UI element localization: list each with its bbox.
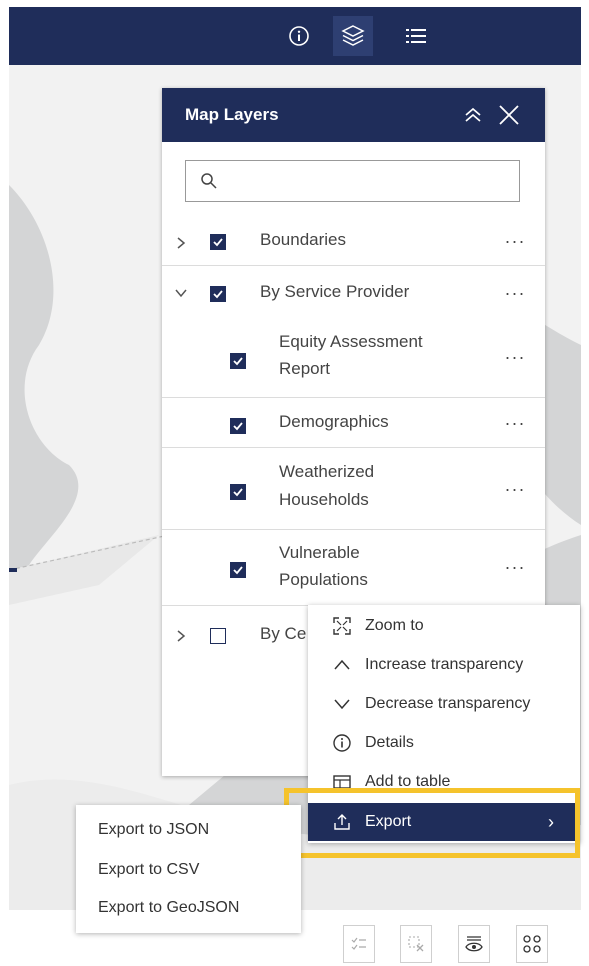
menu-item-label: Details [365, 734, 414, 751]
checkmark-icon [213, 238, 223, 247]
clear-selection-icon [408, 936, 424, 952]
layer-more-button[interactable]: ··· [502, 558, 528, 582]
clear-selection-tool-button[interactable] [400, 925, 432, 963]
checkmark-icon [233, 488, 243, 497]
grid-menu-button[interactable] [516, 925, 548, 963]
panel-header: Map Layers [162, 88, 545, 142]
eye-list-icon [465, 936, 483, 952]
menu-item-increase-transparency[interactable]: Increase transparency [308, 646, 580, 684]
layer-checkbox-equity-assessment[interactable] [230, 353, 246, 369]
chevron-right-icon[interactable] [174, 629, 188, 643]
layer-label-vulnerable-line1: Vulnerable [279, 543, 360, 562]
visibility-tool-button[interactable] [458, 925, 490, 963]
collapse-panel-button[interactable] [460, 102, 486, 128]
submenu-arrow-icon: › [548, 811, 554, 832]
menu-item-label: Add to table [365, 773, 451, 790]
layer-context-menu: Zoom to Increase transparency Decrease t… [308, 605, 580, 843]
layer-row-boundaries: Boundaries ··· [162, 218, 545, 266]
menu-item-add-to-table[interactable]: Add to table [308, 763, 580, 801]
zoom-to-icon [333, 617, 351, 635]
layer-row-by-service-provider: By Service Provider ··· [162, 270, 545, 314]
layer-label-by-service-provider: By Service Provider [260, 282, 410, 301]
layer-label-vulnerable-line2: Populations [279, 570, 368, 589]
menu-item-label: Increase transparency [365, 656, 524, 673]
table-icon [333, 775, 351, 789]
layer-label-weatherized-line1: Weatherized [279, 462, 375, 481]
layer-more-button[interactable]: ··· [502, 348, 528, 372]
layer-row-weatherized-households: Weatherized Households ··· [162, 448, 545, 530]
layer-checkbox-vulnerable[interactable] [230, 562, 246, 578]
chevron-down-icon [334, 699, 350, 710]
checkmark-icon [233, 422, 243, 431]
menu-item-zoom-to[interactable]: Zoom to [308, 607, 580, 645]
menu-item-decrease-transparency[interactable]: Decrease transparency [308, 685, 580, 723]
list-icon [406, 29, 426, 43]
menu-item-label: Zoom to [365, 617, 424, 634]
layer-row-vulnerable-populations: Vulnerable Populations ··· [162, 530, 545, 606]
checkmark-icon [233, 357, 243, 366]
export-to-csv-option[interactable]: Export to CSV [98, 861, 199, 879]
select-list-tool-button[interactable] [343, 925, 375, 963]
layer-search [185, 160, 520, 203]
layer-checkbox-weatherized[interactable] [230, 484, 246, 500]
chevron-down-icon[interactable] [174, 286, 188, 300]
layers-icon [341, 25, 365, 46]
layer-checkbox-by-ce[interactable] [210, 628, 226, 644]
checkmark-icon [213, 290, 223, 299]
search-input[interactable] [222, 161, 516, 203]
close-panel-button[interactable] [496, 102, 522, 128]
layer-checkbox-boundaries[interactable] [210, 234, 226, 250]
layers-button[interactable] [333, 16, 373, 56]
search-icon [201, 173, 217, 189]
info-icon [289, 26, 309, 46]
export-submenu: Export to JSON Export to CSV Export to G… [76, 805, 301, 933]
layer-more-button[interactable]: ··· [502, 284, 528, 308]
double-chevron-up-icon [465, 107, 481, 122]
layer-more-button[interactable]: ··· [502, 414, 528, 438]
legend-list-button[interactable] [396, 16, 436, 56]
layer-checkbox-by-service-provider[interactable] [210, 286, 226, 302]
close-icon [499, 105, 519, 125]
export-to-json-option[interactable]: Export to JSON [98, 821, 209, 839]
export-icon [334, 814, 350, 830]
layer-more-button[interactable]: ··· [502, 232, 528, 256]
chevron-right-icon[interactable] [174, 236, 188, 250]
grid-icon [523, 935, 541, 953]
menu-item-label: Decrease transparency [365, 695, 531, 712]
layer-label-boundaries: Boundaries [260, 230, 347, 249]
layer-label-weatherized-line2: Households [279, 490, 369, 509]
menu-item-details[interactable]: Details [308, 724, 580, 762]
export-to-geojson-option[interactable]: Export to GeoJSON [98, 899, 239, 917]
info-icon [333, 734, 351, 752]
layer-checkbox-demographics[interactable] [230, 418, 246, 434]
panel-title: Map Layers [185, 105, 279, 124]
layer-label-equity-line1: Equity Assessment [279, 332, 423, 351]
layer-label-demographics: Demographics [279, 412, 389, 431]
layer-row-demographics: Demographics ··· [162, 398, 545, 448]
checkmark-icon [233, 566, 243, 575]
layer-label-equity-line2: Report [279, 359, 331, 378]
checklist-icon [351, 937, 366, 950]
menu-item-export[interactable]: Export › [308, 803, 580, 841]
layer-label-by-ce: By Ce [260, 624, 307, 643]
chevron-up-icon [334, 659, 350, 670]
top-toolbar [9, 7, 581, 65]
menu-item-label: Export [365, 813, 412, 830]
info-button[interactable] [279, 16, 319, 56]
layer-row-equity-assessment-report: Equity Assessment Report ··· [162, 326, 545, 398]
layer-more-button[interactable]: ··· [502, 480, 528, 504]
